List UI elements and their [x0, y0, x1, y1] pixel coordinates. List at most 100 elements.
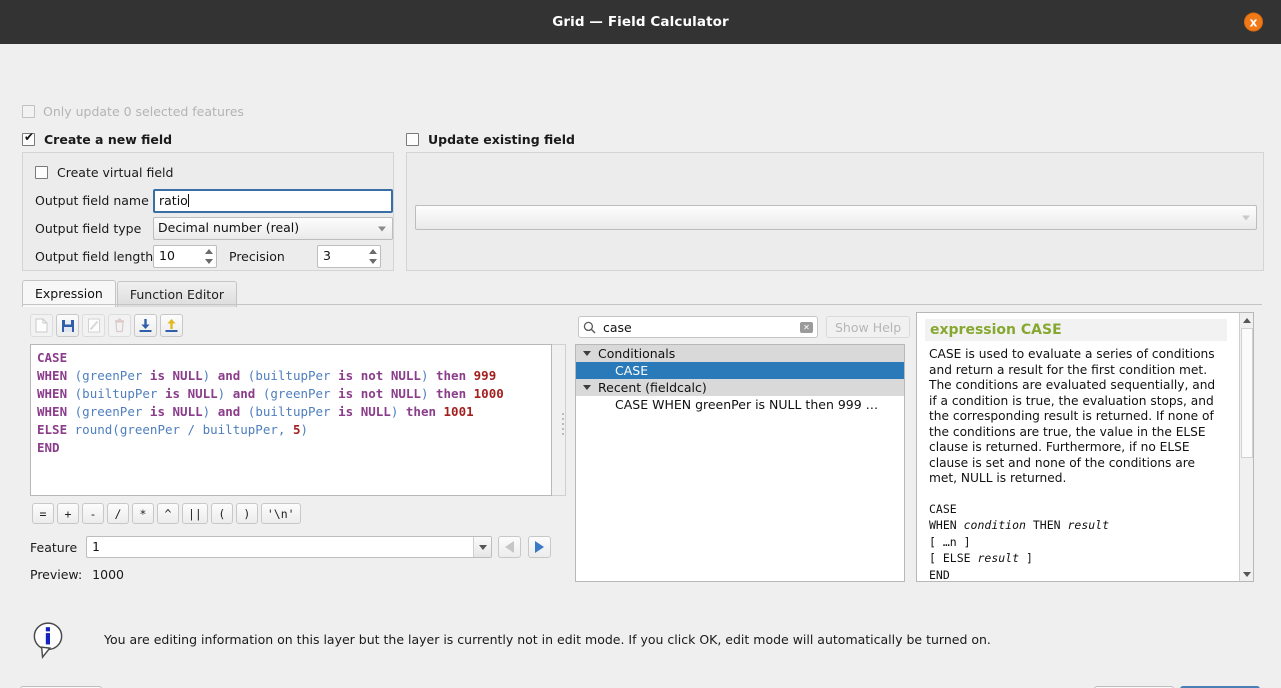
expression-line: ELSE round(greenPer / builtupPer, 5): [37, 421, 545, 439]
function-search-box[interactable]: ✕: [578, 316, 818, 338]
precision-label: Precision: [229, 249, 285, 264]
tab-bar: Expression Function Editor: [22, 280, 238, 307]
create-new-field-label: Create a new field: [44, 132, 172, 147]
output-field-length-value: 10: [159, 248, 175, 263]
output-field-type-label: Output field type: [35, 221, 141, 236]
output-field-type-value: Decimal number (real): [158, 220, 299, 235]
search-icon: [583, 321, 596, 334]
function-list-item[interactable]: CASE WHEN greenPer is NULL then 999 …: [576, 396, 904, 413]
help-body: CASE is used to evaluate a series of con…: [925, 347, 1227, 487]
update-existing-field-checkbox[interactable]: [406, 133, 419, 146]
precision-stepper[interactable]: 3: [317, 245, 381, 268]
info-icon: [28, 619, 68, 659]
show-help-button[interactable]: Show Help: [826, 316, 910, 338]
expression-line: WHEN (builtupPer is NULL) and (greenPer …: [37, 385, 545, 403]
window-title: Grid — Field Calculator: [552, 14, 729, 30]
function-group[interactable]: Recent (fieldcalc): [576, 379, 904, 396]
stepper-down-icon[interactable]: [205, 259, 213, 264]
import-expression-icon[interactable]: [134, 314, 157, 337]
operator-button-[interactable]: ): [236, 503, 258, 524]
arrow-left-icon: [505, 541, 514, 553]
text-caret: [188, 194, 189, 207]
new-expression-icon: [30, 314, 53, 337]
function-group-label: Recent (fieldcalc): [598, 380, 707, 395]
create-virtual-field-checkbox[interactable]: [35, 166, 48, 179]
preview-row: Preview: 1000: [30, 567, 124, 582]
search-input[interactable]: [601, 319, 795, 336]
update-field-group: [406, 152, 1264, 271]
scrollbar-thumb[interactable]: [1241, 328, 1253, 458]
clear-search-icon[interactable]: ✕: [800, 322, 813, 333]
feature-label: Feature: [30, 540, 77, 555]
help-syntax-line: CASE: [929, 501, 1223, 518]
help-content: expression CASE CASE is used to evaluate…: [917, 313, 1235, 582]
close-icon[interactable]: x: [1244, 13, 1263, 32]
operator-button-n[interactable]: '\n': [261, 503, 301, 524]
output-field-name-input[interactable]: ratio: [153, 189, 393, 213]
info-bar: You are editing information on this laye…: [22, 612, 1262, 666]
function-list-item[interactable]: CASE: [576, 362, 904, 379]
operator-button-[interactable]: *: [132, 503, 154, 524]
tab-underline: [22, 304, 1262, 305]
export-expression-icon[interactable]: [160, 314, 183, 337]
chevron-down-icon[interactable]: [473, 537, 491, 557]
output-field-name-label: Output field name: [35, 193, 149, 208]
titlebar: Grid — Field Calculator x: [0, 0, 1281, 44]
operator-button-[interactable]: -: [82, 503, 104, 524]
feature-select[interactable]: 1: [86, 536, 492, 558]
chevron-down-icon: [378, 226, 386, 231]
chevron-down-icon[interactable]: [583, 385, 591, 390]
existing-field-select[interactable]: [415, 205, 1257, 230]
create-new-field-checkbox[interactable]: [22, 133, 35, 146]
only-update-selected-checkbox: [22, 105, 35, 118]
operator-button-[interactable]: =: [32, 503, 54, 524]
create-virtual-field-row[interactable]: Create virtual field: [35, 165, 173, 180]
scroll-down-icon[interactable]: [1240, 567, 1254, 581]
operator-button-[interactable]: ||: [182, 503, 208, 524]
scroll-up-icon[interactable]: [1240, 313, 1254, 327]
help-syntax-line: WHEN condition THEN result: [929, 517, 1223, 534]
function-group-label: Conditionals: [598, 346, 675, 361]
output-field-type-select[interactable]: Decimal number (real): [153, 217, 393, 240]
help-pane: expression CASE CASE is used to evaluate…: [916, 312, 1254, 582]
create-virtual-field-label: Create virtual field: [57, 165, 173, 180]
field-calculator-dialog: Grid — Field Calculator x Only update 0 …: [0, 0, 1281, 688]
pane-splitter-handle[interactable]: [561, 384, 565, 464]
operator-button-[interactable]: +: [57, 503, 79, 524]
help-syntax-line: [ ELSE result ]: [929, 550, 1223, 567]
operator-button-[interactable]: (: [211, 503, 233, 524]
output-field-name-value: ratio: [159, 193, 188, 208]
new-field-group: Create virtual field Output field name r…: [22, 152, 394, 271]
edit-expression-icon: [82, 314, 105, 337]
help-scrollbar[interactable]: [1239, 313, 1253, 581]
previous-feature-button[interactable]: [498, 536, 521, 558]
save-expression-icon[interactable]: [56, 314, 79, 337]
chevron-down-icon[interactable]: [583, 351, 591, 356]
expression-line: WHEN (greenPer is NULL) and (builtupPer …: [37, 367, 545, 385]
function-list[interactable]: ConditionalsCASERecent (fieldcalc)CASE W…: [575, 344, 905, 582]
preview-value: 1000: [92, 567, 124, 582]
preview-label: Preview:: [30, 567, 82, 582]
expression-line: CASE: [37, 349, 545, 367]
help-title: expression CASE: [925, 319, 1227, 341]
tab-expression[interactable]: Expression: [22, 280, 116, 307]
stepper-up-icon[interactable]: [369, 249, 377, 254]
operator-button-row: =+-/*^||()'\n': [32, 503, 301, 524]
info-message: You are editing information on this laye…: [104, 632, 991, 647]
function-group[interactable]: Conditionals: [576, 345, 904, 362]
stepper-up-icon[interactable]: [205, 249, 213, 254]
expression-text-editor[interactable]: CASEWHEN (greenPer is NULL) and (builtup…: [30, 344, 552, 496]
create-new-field-checkbox-row[interactable]: Create a new field: [22, 132, 172, 147]
stepper-down-icon[interactable]: [369, 259, 377, 264]
operator-button-[interactable]: /: [107, 503, 129, 524]
delete-expression-icon: [108, 314, 131, 337]
operator-button-[interactable]: ^: [157, 503, 179, 524]
expression-line: WHEN (greenPer is NULL) and (builtupPer …: [37, 403, 545, 421]
next-feature-button[interactable]: [528, 536, 551, 558]
arrow-right-icon: [535, 541, 544, 553]
dialog-body: Only update 0 selected features Create a…: [0, 44, 1281, 688]
output-field-length-label: Output field length: [35, 249, 153, 264]
update-existing-field-checkbox-row[interactable]: Update existing field: [406, 132, 575, 147]
output-field-length-stepper[interactable]: 10: [153, 245, 217, 268]
chevron-down-icon: [1242, 215, 1250, 220]
